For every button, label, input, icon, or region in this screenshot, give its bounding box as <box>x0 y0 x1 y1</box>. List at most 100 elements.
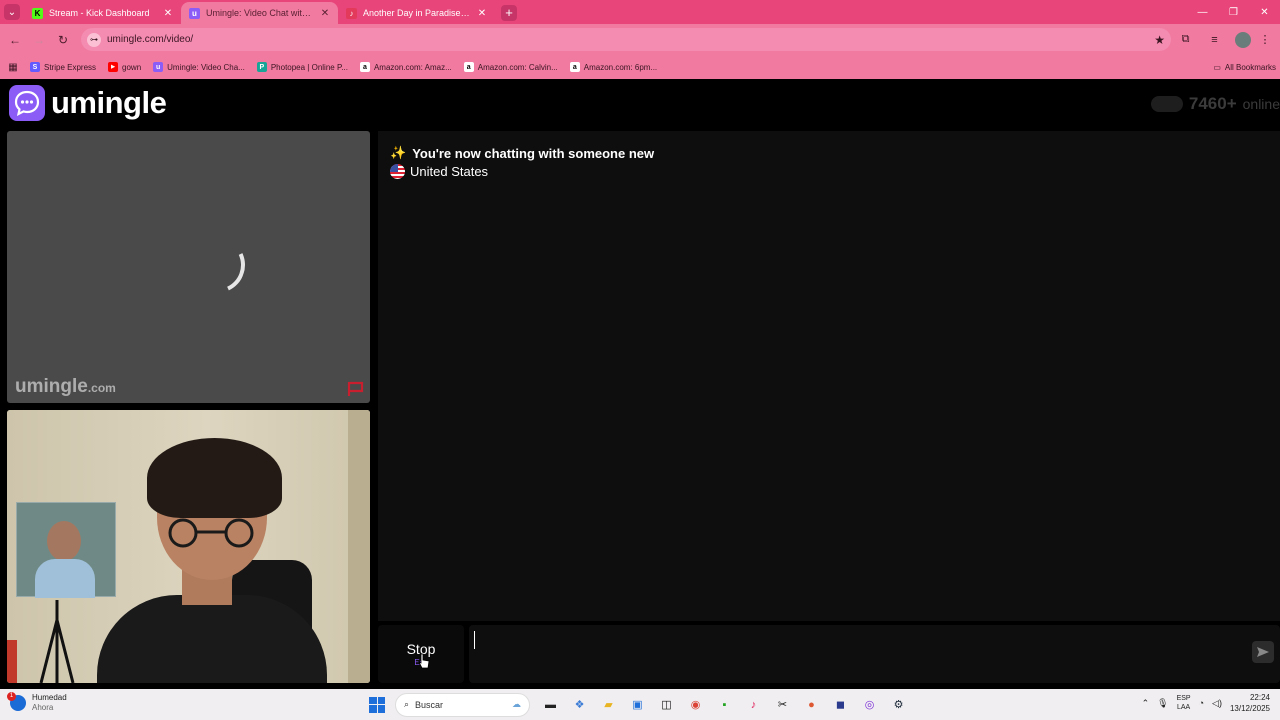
bookmark-item[interactable]: P Photopea | Online P... <box>256 62 348 72</box>
close-icon[interactable]: ✕ <box>477 8 487 19</box>
minimize-icon[interactable]: — <box>1187 7 1218 18</box>
wifi-icon[interactable]: ◔ <box>1199 698 1204 708</box>
bookmark-label: Stripe Express <box>44 62 97 72</box>
bookmark-item[interactable]: a Amazon.com: Calvin... <box>463 62 558 72</box>
umingle-icon: u <box>153 62 164 72</box>
send-arrow-icon <box>1257 647 1269 657</box>
stop-button[interactable]: Stop Esc <box>378 625 464 683</box>
bookmarks-bar: ▦ S Stripe Express ▶ gown u Umingle: Video … <box>0 55 1280 79</box>
tab-search-button[interactable]: ⌄ <box>0 0 24 24</box>
logo-text: umingle <box>51 85 167 120</box>
back-icon[interactable]: ← <box>3 33 27 47</box>
new-tab-button[interactable]: + <box>501 5 517 21</box>
tab-music[interactable]: ♪ Another Day in Paradise (2016 R ✕ <box>338 2 495 24</box>
amazon-icon: a <box>359 62 370 72</box>
window-controls: — ❐ ✕ <box>1187 0 1280 24</box>
forward-icon[interactable]: → <box>27 33 51 47</box>
close-icon[interactable]: ✕ <box>320 8 330 19</box>
kick-favicon-icon: K <box>32 7 43 19</box>
message-input[interactable] <box>469 625 1280 683</box>
online-label: online <box>1242 96 1280 112</box>
amazon-icon: a <box>463 62 474 72</box>
taskbar-search[interactable]: ⌕ Buscar ☁ <box>395 692 530 717</box>
clock[interactable]: 22:24 13/12/2025 <box>1230 692 1270 714</box>
video-watermark: umingle.com <box>15 376 116 398</box>
chat-controls: Stop Esc <box>378 625 1280 685</box>
chevron-down-icon: ⌄ <box>4 4 20 20</box>
send-button[interactable] <box>1252 641 1274 663</box>
capcut-icon[interactable]: ✂ <box>770 692 795 717</box>
country-text: United States <box>410 164 489 179</box>
reload-icon[interactable]: ↻ <box>51 33 75 47</box>
volume-icon[interactable]: ◁) <box>1212 698 1222 709</box>
bookmark-item[interactable]: S Stripe Express <box>30 62 96 72</box>
microphone-icon[interactable]: 🎙 <box>1157 698 1168 709</box>
store-icon[interactable]: ▣ <box>625 692 650 717</box>
tab-title: Umingle: Video Chat with S <box>206 8 314 18</box>
photopea-icon: P <box>256 62 267 72</box>
mouse-pointer-icon <box>418 653 430 669</box>
windows-start-icon[interactable] <box>367 695 387 715</box>
language-indicator[interactable]: ESP LAA <box>1177 694 1191 712</box>
bookmark-item[interactable]: ▶ gown <box>108 62 141 72</box>
file-explorer-icon[interactable]: ▰ <box>596 692 621 717</box>
app-blue-icon[interactable]: ◼ <box>828 692 853 717</box>
clock-date: 13/12/2025 <box>1229 704 1270 713</box>
umingle-logo[interactable]: umingle <box>9 85 167 121</box>
youtube-icon: ▶ <box>108 62 119 72</box>
bookmark-item[interactable]: a Amazon.com: Amaz... <box>359 62 452 72</box>
weather-widget[interactable]: 1 Humedad Ahora <box>7 692 67 713</box>
search-highlight-icon: ☁ <box>512 699 521 709</box>
site-info-icon[interactable]: ⊶ <box>87 32 101 47</box>
online-count: 7460+ <box>1188 94 1237 113</box>
close-icon[interactable]: ✕ <box>163 8 173 19</box>
url-text: umingle.com/video/ <box>107 34 194 45</box>
tab-kick[interactable]: K Stream - Kick Dashboard ✕ <box>24 2 181 24</box>
kick-app-icon[interactable]: ▪ <box>712 692 737 717</box>
bookmark-star-icon[interactable]: ★ <box>1154 33 1165 47</box>
amazon-icon: a <box>569 62 580 72</box>
bookmark-label: gown <box>122 62 142 72</box>
clock-time: 22:24 <box>1249 693 1270 702</box>
stripe-icon: S <box>30 62 40 72</box>
chat-bubble-icon <box>9 85 45 121</box>
chrome-icon[interactable]: ◉ <box>683 692 708 717</box>
bookmark-item[interactable]: u Umingle: Video Cha... <box>153 62 245 72</box>
bookmark-item[interactable]: a Amazon.com: 6pm... <box>569 62 658 72</box>
duckduckgo-icon[interactable]: ● <box>799 692 824 717</box>
umingle-favicon-icon: u <box>189 7 200 19</box>
steam-icon[interactable]: ⚙ <box>886 692 911 717</box>
tab-umingle[interactable]: u Umingle: Video Chat with S ✕ <box>181 2 338 24</box>
tiktok-icon[interactable]: ♪ <box>741 692 766 717</box>
stranger-video: umingle.com <box>7 131 370 403</box>
report-flag-icon[interactable] <box>347 381 365 397</box>
bookmark-label: Amazon.com: Calvin... <box>477 62 558 72</box>
chevron-up-icon[interactable]: ⌃ <box>1142 698 1150 709</box>
copilot-icon[interactable]: ❖ <box>567 692 592 717</box>
tab-strip: ⌄ K Stream - Kick Dashboard ✕ u Umingle:… <box>0 0 1280 24</box>
menu-kebab-icon[interactable]: ⋮ <box>1257 33 1273 46</box>
app-purple-icon[interactable]: ◎ <box>857 692 882 717</box>
music-favicon-icon: ♪ <box>346 7 357 19</box>
media-controls-icon[interactable]: ≡ <box>1200 34 1229 46</box>
close-window-icon[interactable]: ✕ <box>1249 7 1280 18</box>
extensions-icon[interactable]: ⧉ <box>1171 33 1200 46</box>
tab-title: Stream - Kick Dashboard <box>49 8 150 18</box>
bookmark-label: Amazon.com: 6pm... <box>583 62 658 72</box>
online-counter: 7460+ online <box>1150 94 1280 114</box>
self-camera-video <box>7 410 370 683</box>
apps-grid-icon[interactable]: ▦ <box>6 62 20 73</box>
weather-icon: 1 <box>7 692 26 711</box>
chat-status-text: You're now chatting with someone new <box>412 145 655 161</box>
watermark-suffix: .com <box>87 381 116 395</box>
address-bar[interactable]: ⊶ umingle.com/video/ ★ <box>81 28 1171 51</box>
all-bookmarks[interactable]: ▭ All Bookmarks <box>1213 63 1276 72</box>
maximize-icon[interactable]: ❐ <box>1218 7 1249 18</box>
chat-log: ✨ You're now chatting with someone new U… <box>378 131 1280 621</box>
epic-games-icon[interactable]: ◫ <box>654 692 679 717</box>
system-tray: ⌃ 🎙 ESP LAA ◔ ◁) 22:24 13/12/2025 <box>1142 692 1280 714</box>
us-flag-icon <box>390 164 405 179</box>
profile-avatar[interactable] <box>1235 31 1251 48</box>
text-caret <box>474 631 475 649</box>
task-view-icon[interactable]: ▬ <box>538 692 563 717</box>
